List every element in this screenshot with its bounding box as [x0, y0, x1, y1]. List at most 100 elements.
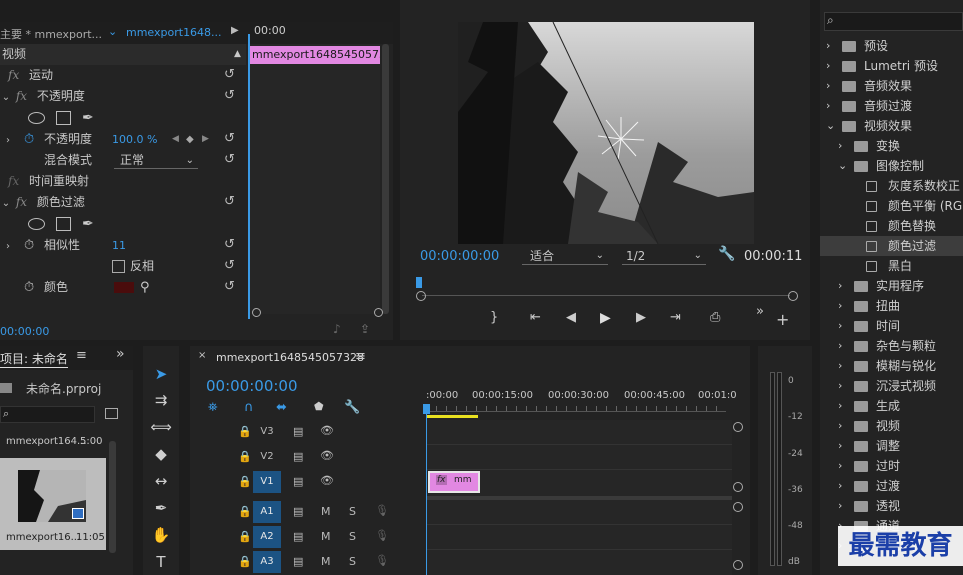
solo-button[interactable]: S: [349, 530, 356, 543]
ellipse-mask-icon[interactable]: [28, 218, 45, 230]
effects-item[interactable]: 灰度系数校正: [820, 176, 963, 196]
scrub-handle-left[interactable]: [416, 291, 426, 301]
wrench-icon[interactable]: 🔧: [718, 246, 735, 262]
export-icon[interactable]: ⇪: [360, 322, 370, 336]
effect-timecode[interactable]: 00:00:00: [0, 325, 49, 338]
chevron-right-icon[interactable]: ›: [838, 276, 842, 296]
razor-tool-icon[interactable]: ◆: [147, 442, 175, 466]
panel-menu-icon[interactable]: ≡: [76, 348, 87, 363]
chevron-right-icon[interactable]: ›: [838, 476, 842, 496]
sync-lock-icon[interactable]: ▤: [293, 475, 303, 488]
ripple-edit-tool-icon[interactable]: ⟺: [147, 415, 175, 439]
stopwatch-icon[interactable]: ⏱: [24, 235, 34, 256]
microphone-icon[interactable]: 🎙: [375, 529, 389, 542]
chevron-right-icon[interactable]: ›: [826, 96, 830, 116]
track-v2-header[interactable]: 🔒 V2 ▤ 👁: [190, 445, 426, 469]
fit-select[interactable]: 适合 ⌄: [522, 248, 608, 265]
effects-item[interactable]: 颜色平衡 (RGB): [820, 196, 963, 216]
eye-icon[interactable]: 👁: [320, 449, 334, 462]
add-button-icon[interactable]: +: [776, 310, 789, 329]
lock-icon[interactable]: 🔒: [238, 530, 252, 543]
sync-lock-icon[interactable]: ▤: [293, 505, 303, 518]
chevron-right-icon[interactable]: ›: [838, 396, 842, 416]
timeline-timecode[interactable]: 00:00:00:00: [206, 377, 298, 395]
chevron-right-icon[interactable]: ›: [838, 316, 842, 336]
play-only-clip-icon[interactable]: ▶: [231, 25, 239, 36]
find-icon[interactable]: [105, 408, 118, 419]
pen-mask-icon[interactable]: ✒: [82, 108, 94, 129]
effects-search[interactable]: ⌕: [824, 12, 963, 31]
reset-icon[interactable]: ↺: [224, 238, 237, 251]
stopwatch-icon[interactable]: ⏱: [24, 129, 34, 150]
motion-row[interactable]: fx 运动 ↺: [0, 65, 246, 86]
work-area-bar[interactable]: [426, 415, 478, 418]
pen-mask-icon[interactable]: ✒: [82, 214, 94, 235]
reset-icon[interactable]: ↺: [224, 195, 237, 208]
clip-bar[interactable]: mmexport16485450573285: [248, 46, 380, 64]
step-back-icon[interactable]: ◀: [566, 310, 576, 325]
effects-item[interactable]: 颜色替换: [820, 216, 963, 236]
project-item-selected[interactable]: mmexport16... 11:05: [0, 458, 106, 550]
reset-icon[interactable]: ↺: [224, 153, 237, 166]
sync-lock-icon[interactable]: ▤: [293, 530, 303, 543]
track-label[interactable]: V1: [253, 471, 281, 493]
chevron-right-icon[interactable]: ›: [838, 296, 842, 316]
mark-out-icon[interactable]: }: [490, 310, 498, 325]
selection-tool-icon[interactable]: ➤: [147, 362, 175, 386]
next-keyframe-icon[interactable]: ▶: [202, 129, 209, 150]
mute-button[interactable]: M: [321, 505, 331, 518]
hand-tool-icon[interactable]: ✋: [147, 523, 175, 547]
ellipse-mask-icon[interactable]: [28, 112, 45, 124]
opacity-value[interactable]: 100.0 %: [112, 129, 157, 150]
track-label[interactable]: V3: [253, 421, 281, 443]
effects-item[interactable]: › 模糊与锐化: [820, 356, 963, 376]
solo-button[interactable]: S: [349, 505, 356, 518]
scroll-handle[interactable]: [733, 422, 743, 432]
nest-icon[interactable]: ⛯: [208, 400, 218, 415]
effects-item[interactable]: › 过渡: [820, 476, 963, 496]
scrub-handle-right[interactable]: [788, 291, 798, 301]
timeline-clip[interactable]: fx mm: [428, 471, 480, 493]
effects-item[interactable]: 颜色过滤: [820, 236, 963, 256]
track-select-tool-icon[interactable]: ⇉: [147, 388, 175, 412]
invert-checkbox[interactable]: [112, 260, 125, 273]
chevron-right-icon[interactable]: ›: [838, 376, 842, 396]
track-v1-header[interactable]: 🔒 V1 ▤ 👁: [190, 470, 426, 494]
chevron-right-icon[interactable]: ›: [826, 36, 830, 56]
add-keyframe-icon[interactable]: ◆: [186, 129, 194, 150]
zoom-scrollbar[interactable]: [252, 308, 383, 318]
color-swatch[interactable]: [114, 282, 134, 293]
resolution-select[interactable]: 1/2 ⌄: [622, 248, 706, 265]
close-icon[interactable]: ×: [198, 350, 206, 361]
effects-item[interactable]: › 实用程序: [820, 276, 963, 296]
reset-icon[interactable]: ↺: [224, 132, 237, 145]
scroll-handle[interactable]: [733, 502, 743, 512]
effects-item[interactable]: › Lumetri 预设: [820, 56, 963, 76]
time-ruler[interactable]: :00:00 00:00:15:00 00:00:30:00 00:00:45:…: [426, 386, 738, 420]
stopwatch-icon[interactable]: ⏱: [24, 277, 34, 298]
step-forward-icon[interactable]: ▶: [636, 310, 646, 325]
collapse-icon[interactable]: ⌄: [0, 193, 12, 214]
linked-selection-icon[interactable]: ⬌: [276, 400, 287, 415]
project-scrollbar[interactable]: [109, 441, 116, 553]
scrub-playhead[interactable]: [416, 277, 422, 288]
track-a3-header[interactable]: 🔒 A3 ▤ M S 🎙: [190, 550, 426, 574]
track-label[interactable]: V2: [253, 446, 281, 468]
timeline-playhead[interactable]: [423, 404, 430, 575]
track-v3-header[interactable]: 🔒 V3 ▤ 👁: [190, 420, 426, 444]
track-lanes[interactable]: fx mm: [426, 420, 732, 575]
effects-item[interactable]: › 透视: [820, 496, 963, 516]
chevron-right-icon[interactable]: ›: [826, 76, 830, 96]
snap-icon[interactable]: ∩: [244, 400, 254, 415]
effects-item[interactable]: › 调整: [820, 436, 963, 456]
go-to-out-icon[interactable]: ⇥: [670, 310, 681, 325]
fx-icon[interactable]: fx: [16, 195, 27, 209]
more-icon[interactable]: »: [756, 304, 764, 319]
time-remap-row[interactable]: fx 时间重映射: [0, 171, 246, 192]
lock-icon[interactable]: 🔒: [238, 450, 252, 463]
project-tab[interactable]: 项目: 未命名: [0, 350, 68, 368]
collapse-icon[interactable]: ⌄: [0, 87, 12, 108]
export-frame-icon[interactable]: ⎙: [710, 310, 720, 325]
lock-icon[interactable]: 🔒: [238, 425, 252, 438]
program-scrub-bar[interactable]: [416, 275, 798, 301]
